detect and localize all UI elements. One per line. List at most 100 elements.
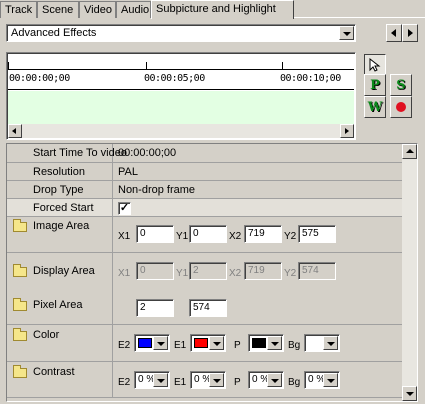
property-label-cell: Start Time To video bbox=[7, 144, 127, 162]
chevron-down-icon[interactable] bbox=[323, 336, 338, 350]
tab-video-label: Video bbox=[84, 4, 112, 16]
chevron-down-icon[interactable] bbox=[209, 336, 224, 350]
effects-dropdown-value: Advanced Effects bbox=[11, 27, 97, 39]
start-time-row: Start Time To video 00:00:00;00 bbox=[7, 144, 403, 163]
image-y2-input[interactable]: 575 bbox=[298, 225, 336, 243]
chevron-down-icon[interactable] bbox=[267, 336, 282, 350]
w-tool-icon: W bbox=[367, 99, 383, 115]
ruler-label: 00:00:00;00 bbox=[9, 73, 70, 84]
folder-icon bbox=[13, 219, 27, 232]
chevron-down-icon[interactable] bbox=[153, 373, 168, 387]
drop-type-label: Drop Type bbox=[33, 184, 84, 196]
tab-track-label: Track bbox=[5, 4, 33, 16]
start-time-value[interactable]: 00:00:00;00 bbox=[118, 147, 176, 159]
p-label: P bbox=[234, 340, 241, 351]
property-value-cell: Non-drop frame bbox=[114, 181, 403, 198]
color-label: Color bbox=[33, 329, 60, 341]
property-label-cell: Forced Start bbox=[7, 199, 113, 216]
contrast-e2-select[interactable]: 0 % bbox=[134, 371, 170, 389]
display-area-row: Display Area Pixel Area X1 0 Y1 2 X2 719… bbox=[7, 253, 403, 325]
contrast-e1-select[interactable]: 0 % bbox=[190, 371, 226, 389]
color-e2-select[interactable] bbox=[134, 334, 170, 352]
tab-audio-label: Audio bbox=[121, 4, 150, 16]
image-y1-input[interactable]: 0 bbox=[189, 225, 227, 243]
property-label-cell: Display Area Pixel Area bbox=[7, 253, 113, 324]
tab-scene[interactable]: Scene bbox=[37, 1, 79, 18]
tab-video[interactable]: Video bbox=[79, 1, 116, 18]
property-value-cell: X1 0 Y1 0 X2 719 Y2 575 bbox=[114, 217, 403, 252]
forced-start-checkbox[interactable]: ✓ bbox=[118, 202, 131, 215]
chevron-down-icon[interactable] bbox=[323, 373, 338, 387]
p-tool-button[interactable]: P bbox=[364, 74, 386, 96]
chevron-down-icon[interactable] bbox=[153, 336, 168, 350]
pointer-icon bbox=[369, 58, 381, 72]
scroll-up-icon[interactable] bbox=[402, 144, 417, 159]
tab-subpicture-label: Subpicture and Highlight bbox=[156, 3, 276, 15]
color-e1-select[interactable] bbox=[190, 334, 226, 352]
drop-type-row: Drop Type Non-drop frame bbox=[7, 181, 403, 199]
timeline-ruler: 00:00:00;00 00:00:05;00 00:00:10;00 bbox=[8, 54, 354, 90]
w-tool-button[interactable]: W bbox=[364, 96, 386, 118]
resolution-value[interactable]: PAL bbox=[118, 166, 138, 178]
color-bg-select[interactable] bbox=[304, 334, 340, 352]
drop-type-value[interactable]: Non-drop frame bbox=[118, 184, 195, 196]
property-value-cell: ✓ bbox=[114, 199, 403, 216]
folder-icon bbox=[13, 298, 27, 311]
contrast-p-select[interactable]: 0 % bbox=[248, 371, 284, 389]
pixel-area-second-input[interactable]: 574 bbox=[189, 299, 227, 317]
e2-label: E2 bbox=[118, 340, 131, 351]
image-area-row: Image Area X1 0 Y1 0 X2 719 Y2 575 bbox=[7, 217, 403, 253]
property-value-cell: X1 0 Y1 2 X2 719 Y2 574 2 574 bbox=[114, 253, 403, 324]
display-y1-input: 2 bbox=[189, 262, 227, 280]
pointer-tool-button[interactable] bbox=[364, 54, 386, 76]
property-label-cell: Drop Type bbox=[7, 181, 113, 198]
timeline-scrollbar[interactable] bbox=[8, 124, 354, 138]
chevron-down-icon[interactable] bbox=[209, 373, 224, 387]
property-value-cell: 00:00:00;00 bbox=[114, 144, 403, 162]
timeline[interactable]: 00:00:00;00 00:00:05;00 00:00:10;00 bbox=[6, 52, 356, 140]
color-p-select[interactable] bbox=[248, 334, 284, 352]
tab-bar: Track Scene Video Audio Subpicture and H… bbox=[0, 0, 425, 19]
scroll-right-icon[interactable] bbox=[340, 124, 354, 138]
y1-label: Y1 bbox=[176, 231, 189, 242]
pixel-area-label: Pixel Area bbox=[33, 299, 83, 311]
previous-button[interactable] bbox=[386, 24, 402, 42]
bg-label: Bg bbox=[288, 377, 301, 388]
ruler-tick bbox=[282, 62, 283, 70]
tab-subpicture-highlight[interactable]: Subpicture and Highlight bbox=[151, 0, 294, 19]
timeline-track[interactable] bbox=[8, 91, 354, 125]
ruler-tick bbox=[146, 62, 147, 70]
x2-label: X2 bbox=[229, 268, 242, 279]
image-x2-input[interactable]: 719 bbox=[244, 225, 282, 243]
ruler-line bbox=[8, 69, 354, 70]
tab-track[interactable]: Track bbox=[0, 1, 37, 18]
record-icon bbox=[396, 102, 406, 112]
chevron-down-icon[interactable] bbox=[267, 373, 282, 387]
x1-label: X1 bbox=[118, 231, 131, 242]
chevron-down-icon[interactable] bbox=[339, 26, 354, 40]
image-x1-input[interactable]: 0 bbox=[136, 225, 174, 243]
start-time-label: Start Time To video bbox=[33, 147, 127, 159]
bg-label: Bg bbox=[288, 340, 301, 351]
s-tool-icon: S bbox=[396, 77, 406, 93]
property-value-cell: E2 0 % E1 0 % P 0 % Bg 0 % bbox=[114, 362, 403, 397]
contrast-bg-select[interactable]: 0 % bbox=[304, 371, 340, 389]
y2-label: Y2 bbox=[284, 231, 297, 242]
scroll-down-icon[interactable] bbox=[402, 386, 417, 401]
x1-label: X1 bbox=[118, 268, 131, 279]
s-tool-button[interactable]: S bbox=[390, 74, 412, 96]
property-value-cell: PAL bbox=[114, 163, 403, 180]
effects-dropdown[interactable]: Advanced Effects bbox=[6, 24, 356, 42]
tab-audio[interactable]: Audio bbox=[116, 1, 151, 18]
next-button[interactable] bbox=[402, 24, 418, 42]
color-row: Color E2 E1 P Bg bbox=[7, 325, 403, 362]
forced-start-label: Forced Start bbox=[33, 202, 94, 214]
property-label-cell: Contrast bbox=[7, 362, 113, 397]
scroll-left-icon[interactable] bbox=[8, 124, 22, 138]
record-button[interactable] bbox=[390, 96, 412, 118]
property-grid-scrollbar[interactable] bbox=[402, 144, 417, 401]
property-label-cell: Resolution bbox=[7, 163, 113, 180]
pixel-area-first-input[interactable]: 2 bbox=[136, 299, 174, 317]
y2-label: Y2 bbox=[284, 268, 297, 279]
p-tool-icon: P bbox=[370, 77, 380, 93]
